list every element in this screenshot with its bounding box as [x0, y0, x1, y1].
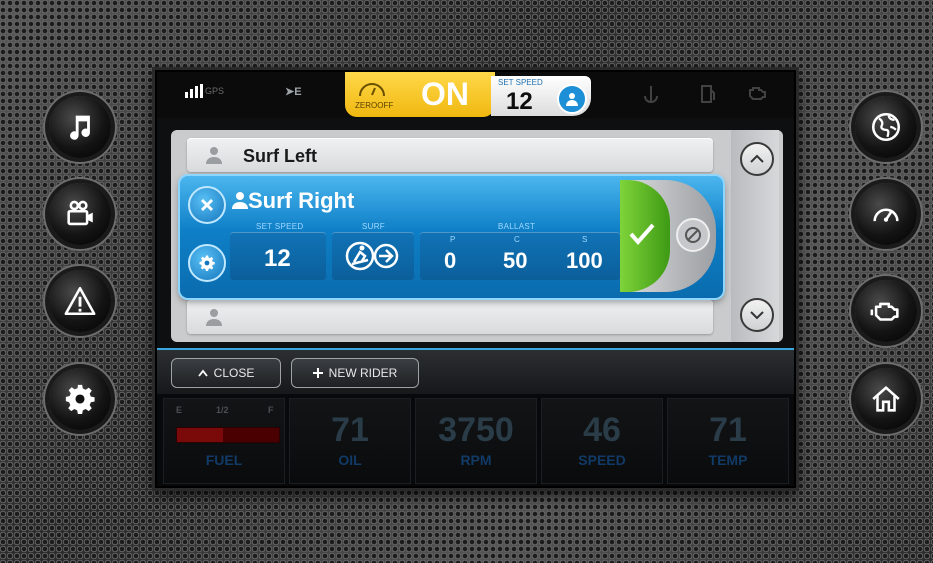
surf-side-stat[interactable]: SURF: [332, 222, 414, 280]
rpm-label: RPM: [460, 452, 492, 468]
surfer-right-icon: [345, 241, 399, 271]
ballast-p-label: P: [450, 235, 456, 244]
engine-icon: [870, 302, 899, 321]
cancel-apply-button[interactable]: [676, 218, 710, 252]
set-speed-stat-label: SET SPEED: [256, 222, 304, 231]
speed-gauge: 46 SPEED: [541, 398, 663, 484]
rider-list-panel: Surf Left Surf Right SET SPEED 12 SURF B…: [171, 130, 783, 342]
surf-label: SURF: [362, 222, 385, 231]
zero-off-gauge-icon: [359, 83, 385, 97]
rpm-gauge: 3750 RPM: [415, 398, 537, 484]
ballast-s-label: S: [582, 235, 588, 244]
video-button[interactable]: [49, 183, 111, 245]
video-camera-icon: [67, 200, 93, 226]
set-speed-label: SET SPEED: [498, 78, 543, 87]
selected-rider-name: Surf Right: [248, 188, 355, 213]
person-icon: [206, 147, 222, 164]
set-speed-indicator[interactable]: SET SPEED 12: [491, 76, 591, 116]
status-bar: GPS ➤E ZEROOFF ON SET SPEED 12: [157, 72, 794, 118]
rider-icon: [557, 84, 587, 114]
fuel-gauge: E 1/2 F FUEL: [163, 398, 285, 484]
heading-indicator: ➤E: [285, 86, 302, 98]
scroll-down-button[interactable]: [740, 298, 774, 332]
temp-label: TEMP: [708, 452, 748, 468]
scroll-up-button[interactable]: [740, 142, 774, 176]
settings-button[interactable]: [49, 368, 111, 430]
engine-button[interactable]: [855, 280, 917, 342]
oil-gauge: 71 OIL: [289, 398, 411, 484]
no-entry-icon: [685, 227, 701, 243]
warning-button[interactable]: [49, 270, 111, 332]
rider-name: Surf Left: [243, 146, 317, 166]
oil-value: 71: [331, 411, 369, 449]
checkmark-icon: [629, 223, 655, 246]
ballast-c-value: 50: [503, 248, 528, 273]
scroll-column: [731, 130, 779, 342]
rpm-value: 3750: [438, 411, 514, 449]
temp-value: 71: [709, 411, 747, 449]
chevron-down-icon: [750, 311, 764, 320]
set-speed-stat-value: 12: [264, 245, 291, 272]
ballast-label: BALLAST: [498, 222, 536, 231]
globe-button[interactable]: [855, 96, 917, 158]
new-rider-button-label: NEW RIDER: [328, 366, 398, 380]
oil-label: OIL: [338, 452, 362, 468]
set-speed-stat[interactable]: SET SPEED 12: [230, 222, 326, 280]
rider-row[interactable]: [187, 300, 713, 334]
fuel-half-mark: 1/2: [216, 405, 229, 415]
speed-label: SPEED: [578, 452, 626, 468]
close-button-label: CLOSE: [213, 366, 255, 380]
ballast-p-value: 0: [444, 248, 457, 273]
edit-rider-button[interactable]: [188, 244, 226, 282]
person-icon: [232, 192, 248, 209]
warning-icon: [64, 286, 96, 316]
set-speed-value: 12: [506, 88, 533, 115]
zero-off-state: ON: [421, 76, 469, 112]
fuel-full-mark: F: [268, 405, 274, 415]
gps-label: GPS: [205, 86, 225, 96]
plus-icon: [312, 368, 323, 378]
signal-bars-icon: [185, 84, 203, 98]
zero-off-toggle[interactable]: ZEROOFF ON: [345, 72, 495, 117]
rider-row[interactable]: Surf Left: [187, 138, 713, 172]
close-button[interactable]: CLOSE: [171, 358, 281, 388]
fuel-pump-icon: [701, 85, 715, 103]
fuel-bar-fill: [177, 428, 223, 442]
speedometer-icon: [873, 208, 899, 222]
ballast-s-value: 100: [566, 248, 603, 273]
gauge-strip: E 1/2 F FUEL 71 OIL 3750 RPM 46 SPEED 71…: [157, 394, 794, 486]
home-icon: [872, 385, 900, 412]
display-screen: GPS ➤E ZEROOFF ON SET SPEED 12 Surf Left: [155, 70, 796, 488]
close-icon: [200, 198, 214, 212]
gauges-button[interactable]: [855, 183, 917, 245]
gear-icon: [199, 255, 215, 271]
chevron-up-icon: [197, 369, 208, 377]
music-button[interactable]: [49, 96, 111, 158]
fuel-empty-mark: E: [176, 405, 183, 415]
speed-value: 46: [583, 411, 621, 449]
zero-off-label: ZEROOFF: [355, 101, 394, 110]
fuel-label: FUEL: [205, 452, 243, 468]
fuel-bar: [176, 427, 280, 443]
chevron-up-icon: [750, 154, 764, 163]
music-note-icon: [70, 115, 90, 140]
person-icon: [206, 309, 222, 326]
home-button[interactable]: [855, 368, 917, 430]
globe-icon: [871, 112, 901, 142]
engine-status-icon: [749, 87, 766, 100]
delete-rider-button[interactable]: [188, 186, 226, 224]
anchor-icon: [644, 86, 658, 104]
temp-gauge: 71 TEMP: [667, 398, 789, 484]
ballast-stat[interactable]: BALLAST P C S 0 50 100: [420, 222, 620, 280]
selected-rider-card: Surf Right SET SPEED 12 SURF BALLAST P C: [180, 176, 723, 298]
gear-icon: [65, 384, 95, 415]
action-bar: CLOSE NEW RIDER: [157, 348, 794, 396]
new-rider-button[interactable]: NEW RIDER: [291, 358, 419, 388]
ballast-c-label: C: [514, 235, 520, 244]
